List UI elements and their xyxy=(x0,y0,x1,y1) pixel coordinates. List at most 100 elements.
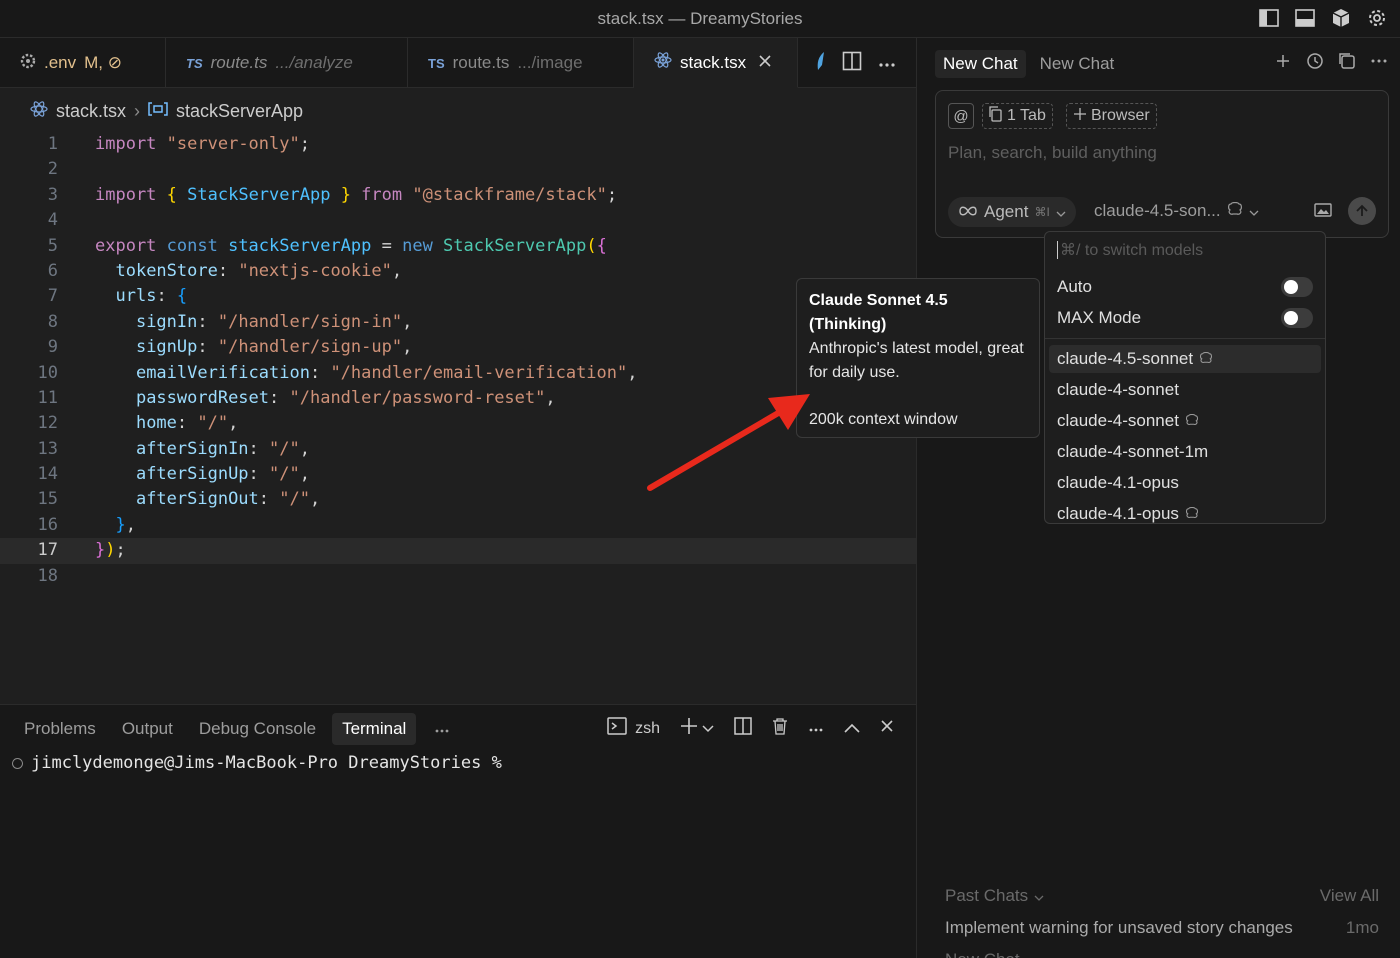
tab-label: stack.tsx xyxy=(680,52,747,72)
at-sign-icon: @ xyxy=(953,107,969,125)
editor-area: .env M, ⊘ TS route.ts .../analyze TS rou… xyxy=(0,38,916,704)
model-option[interactable]: claude-4.5-sonnet xyxy=(1049,345,1321,373)
tab-debug-console[interactable]: Debug Console xyxy=(189,713,326,745)
chevron-down-icon xyxy=(1034,886,1044,906)
tooltip-description: Anthropic's latest model, great for dail… xyxy=(809,340,1024,381)
typescript-icon: TS xyxy=(428,55,445,71)
more-actions-icon[interactable] xyxy=(808,720,824,738)
terminal-shell-selector[interactable]: zsh xyxy=(607,717,660,740)
view-all-link[interactable]: View All xyxy=(1320,886,1379,906)
code-editor[interactable]: 1 import "server-only"; 2 3 import { Stack… xyxy=(0,132,916,589)
tab-path: .../image xyxy=(517,53,583,72)
more-actions-icon[interactable] xyxy=(434,719,450,739)
past-chats-label: Past Chats xyxy=(945,886,1029,905)
max-mode-toggle[interactable] xyxy=(1281,308,1313,328)
model-dropdown: ⌘/ to switch models Auto MAX Mode claude… xyxy=(1044,231,1326,524)
split-terminal-icon[interactable] xyxy=(734,717,752,740)
auto-model-row[interactable]: Auto xyxy=(1049,273,1321,301)
new-window-icon[interactable] xyxy=(1338,52,1356,75)
close-icon[interactable] xyxy=(758,53,772,73)
model-search-input[interactable]: ⌘/ to switch models xyxy=(1057,240,1203,260)
new-terminal-button[interactable] xyxy=(680,717,714,740)
tab-terminal[interactable]: Terminal xyxy=(332,713,417,745)
plus-icon[interactable] xyxy=(1274,52,1292,75)
plus-icon xyxy=(680,717,698,740)
tab-problems[interactable]: Problems xyxy=(14,713,106,745)
code-line: 8 signIn: "/handler/sign-in", xyxy=(47,311,413,332)
past-chats-toggle[interactable]: Past Chats xyxy=(945,886,1044,906)
past-chat-age: 1mo xyxy=(1345,918,1379,937)
model-selected-label: claude-4.5-son... xyxy=(1094,201,1221,220)
code-line-current: 17}); xyxy=(0,538,916,564)
context-tab-chip[interactable]: 1 Tab xyxy=(982,103,1053,129)
code-line: 10 emailVerification: "/handler/email-ve… xyxy=(37,362,638,383)
agent-shortcut: ⌘I xyxy=(1034,205,1050,219)
history-icon[interactable] xyxy=(1306,52,1324,75)
divider xyxy=(1045,338,1325,339)
chevron-down-icon xyxy=(702,720,714,738)
model-selector[interactable]: claude-4.5-son... xyxy=(1094,201,1259,221)
chat-composer[interactable]: @ 1 Tab Browser Plan, search, build anyt… xyxy=(935,90,1389,238)
tab-route-analyze[interactable]: TS route.ts .../analyze xyxy=(166,38,408,88)
auto-toggle[interactable] xyxy=(1281,277,1313,297)
model-option[interactable]: claude-4-sonnet xyxy=(1049,376,1321,404)
code-line: 1 import "server-only"; xyxy=(47,134,310,154)
toggle-panel-icon[interactable] xyxy=(1294,7,1316,29)
toggle-primary-sidebar-icon[interactable] xyxy=(1258,7,1280,29)
breadcrumb-file[interactable]: stack.tsx xyxy=(56,101,126,122)
model-option[interactable]: claude-4-sonnet-1m xyxy=(1049,438,1321,466)
react-icon xyxy=(30,100,48,123)
split-editor-icon[interactable] xyxy=(842,51,862,76)
past-chat-item[interactable]: New Chat xyxy=(945,950,1020,958)
typescript-icon: TS xyxy=(186,55,203,71)
symbol-variable-icon xyxy=(148,101,168,122)
chat-tab[interactable]: New Chat xyxy=(935,50,1026,78)
send-button[interactable] xyxy=(1348,197,1376,225)
brain-icon xyxy=(1199,349,1213,369)
model-option[interactable]: claude-4.1-opus xyxy=(1049,500,1321,523)
annotation-arrow xyxy=(647,394,810,491)
model-option[interactable]: claude-4-sonnet xyxy=(1049,407,1321,435)
past-chat-item[interactable]: Implement warning for unsaved story chan… xyxy=(945,918,1379,938)
agent-mode-selector[interactable]: Agent ⌘I xyxy=(948,197,1076,227)
react-icon xyxy=(654,51,672,74)
tab-route-image[interactable]: TS route.ts .../image xyxy=(408,38,634,88)
chat-input-placeholder[interactable]: Plan, search, build anything xyxy=(948,143,1157,163)
model-name: claude-4.1-opus xyxy=(1057,473,1179,492)
brain-icon xyxy=(1185,411,1199,431)
agent-label: Agent xyxy=(984,202,1029,221)
past-chat-title: Implement warning for unsaved story chan… xyxy=(945,918,1293,937)
brain-icon xyxy=(1227,201,1243,221)
max-mode-row[interactable]: MAX Mode xyxy=(1049,304,1321,332)
image-icon[interactable] xyxy=(1314,202,1332,223)
more-actions-icon[interactable] xyxy=(1370,52,1388,75)
chevron-down-icon xyxy=(1249,201,1259,221)
shell-name: zsh xyxy=(635,719,660,737)
close-icon[interactable] xyxy=(880,719,894,738)
breadcrumb-symbol[interactable]: stackServerApp xyxy=(176,101,303,122)
code-line: 2 xyxy=(47,159,58,180)
pencil-icon[interactable] xyxy=(814,51,826,76)
tab-stack-tsx[interactable]: stack.tsx xyxy=(634,38,798,88)
model-option[interactable]: claude-4.1-opus xyxy=(1049,469,1321,497)
code-line: 4 xyxy=(47,210,58,231)
mention-button[interactable]: @ xyxy=(948,103,974,129)
code-line: 18 xyxy=(37,565,58,586)
tab-env[interactable]: .env M, ⊘ xyxy=(0,38,166,88)
terminal-output[interactable]: jimclydemonge@Jims-MacBook-Pro DreamySto… xyxy=(12,753,502,773)
more-actions-icon[interactable] xyxy=(878,55,896,73)
cube-icon[interactable] xyxy=(1330,7,1352,29)
chat-tab[interactable]: New Chat xyxy=(1032,50,1123,78)
tooltip-context-window: 200k context window xyxy=(809,411,958,428)
plus-icon xyxy=(1073,107,1087,126)
settings-gear-icon[interactable] xyxy=(1366,7,1388,29)
trash-icon[interactable] xyxy=(772,717,788,740)
code-line: 9 signUp: "/handler/sign-up", xyxy=(47,337,413,358)
chevron-down-icon xyxy=(1056,202,1066,222)
chevron-right-icon: › xyxy=(134,101,141,121)
chevron-up-icon[interactable] xyxy=(844,720,860,738)
gear-icon xyxy=(20,53,36,74)
max-mode-label: MAX Mode xyxy=(1057,308,1142,327)
tab-output[interactable]: Output xyxy=(112,713,183,745)
add-browser-chip[interactable]: Browser xyxy=(1066,103,1157,129)
